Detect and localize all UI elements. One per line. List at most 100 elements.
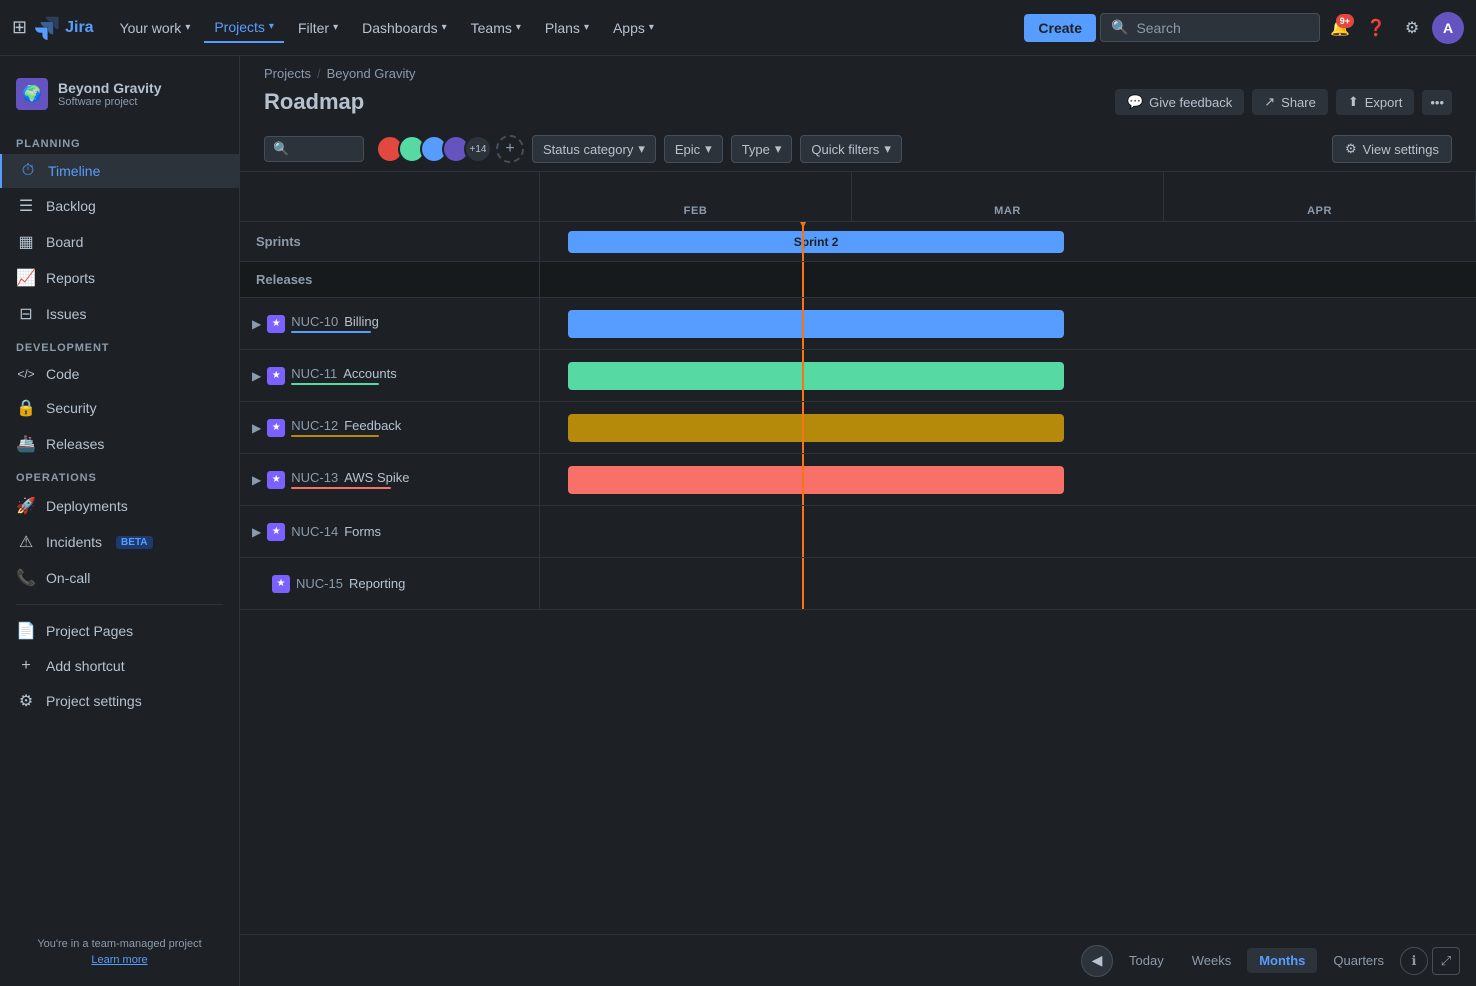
timeline-icon: ⏱	[18, 162, 38, 180]
sprint-row: Sprints Sprint 2	[240, 222, 1476, 262]
sprint-right: Sprint 2	[540, 222, 1476, 261]
epic-left-nuc10: ▶ ★ NUC-10 Billing	[240, 298, 540, 349]
search-box[interactable]: 🔍 Search	[1100, 13, 1320, 42]
month-mar: MAR	[852, 172, 1164, 221]
sidebar-item-project-settings[interactable]: ⚙ Project settings	[0, 683, 239, 719]
sidebar-item-deployments[interactable]: 🚀 Deployments	[0, 488, 239, 524]
nav-apps[interactable]: Apps ▾	[603, 14, 664, 42]
project-settings-icon: ⚙	[16, 691, 36, 711]
status-category-filter[interactable]: Status category ▾	[532, 135, 656, 163]
create-button[interactable]: Create	[1024, 14, 1096, 42]
planning-section-label: PLANNING	[0, 128, 239, 154]
sidebar: 🌍 Beyond Gravity Software project PLANNI…	[0, 56, 240, 986]
breadcrumb-projects[interactable]: Projects	[264, 66, 311, 81]
assign-button[interactable]: +	[496, 135, 524, 163]
project-avatar: 🌍	[16, 78, 48, 110]
logo[interactable]: Jira	[35, 16, 93, 40]
expand-full-button[interactable]: ⤢	[1432, 947, 1460, 975]
epic-left-nuc15: ★ NUC-15 Reporting	[240, 558, 540, 609]
learn-more-link[interactable]: Learn more	[16, 954, 223, 966]
sidebar-item-incidents[interactable]: ⚠ Incidents BETA	[0, 524, 239, 560]
quarters-button[interactable]: Quarters	[1321, 948, 1396, 973]
sidebar-item-reports[interactable]: 📈 Reports	[0, 260, 239, 296]
nav-filter[interactable]: Filter ▾	[288, 14, 348, 42]
sidebar-project[interactable]: 🌍 Beyond Gravity Software project	[0, 68, 239, 120]
nav-dashboards[interactable]: Dashboards ▾	[352, 14, 457, 42]
epic-bar-nuc13[interactable]	[568, 466, 1064, 494]
help-icon[interactable]: ❓	[1360, 12, 1392, 44]
epic-row-nuc15: ★ NUC-15 Reporting	[240, 558, 1476, 610]
feedback-button[interactable]: 💬 Give feedback	[1115, 89, 1244, 115]
epic-row-nuc12: ▶ ★ NUC-12 Feedback	[240, 402, 1476, 454]
epic-left-nuc11: ▶ ★ NUC-11 Accounts	[240, 350, 540, 401]
epic-filter[interactable]: Epic ▾	[664, 135, 723, 163]
epic-right-nuc15	[540, 558, 1476, 609]
toolbar-search[interactable]: 🔍	[264, 136, 364, 162]
month-apr: APR	[1164, 172, 1476, 221]
share-button[interactable]: ↗ Share	[1252, 89, 1328, 115]
export-icon: ⬆	[1348, 94, 1359, 110]
sidebar-item-oncall[interactable]: 📞 On-call	[0, 560, 239, 596]
operations-section-label: OPERATIONS	[0, 462, 239, 488]
settings-icon[interactable]: ⚙	[1396, 12, 1428, 44]
info-button[interactable]: ℹ	[1400, 947, 1428, 975]
sidebar-item-releases[interactable]: 🚢 Releases	[0, 426, 239, 462]
sidebar-bottom: You're in a team-managed project Learn m…	[0, 930, 239, 974]
expand-btn-nuc14[interactable]: ▶	[252, 525, 261, 539]
months-button[interactable]: Months	[1247, 948, 1317, 973]
expand-btn-nuc13[interactable]: ▶	[252, 473, 261, 487]
type-filter[interactable]: Type ▾	[731, 135, 793, 163]
view-settings-button[interactable]: ⚙ View settings	[1332, 135, 1452, 163]
nav-projects[interactable]: Projects ▾	[204, 13, 284, 43]
roadmap-scroll[interactable]: Sprints Sprint 2 Releases	[240, 222, 1476, 934]
expand-btn-nuc12[interactable]: ▶	[252, 421, 261, 435]
project-info: Beyond Gravity Software project	[58, 80, 161, 108]
weeks-button[interactable]: Weeks	[1180, 948, 1244, 973]
export-button[interactable]: ⬆ Export	[1336, 89, 1414, 115]
epic-bar-nuc11[interactable]	[568, 362, 1064, 390]
search-icon: 🔍	[1111, 19, 1128, 36]
notification-icon[interactable]: 🔔 9+	[1324, 12, 1356, 44]
nav-teams[interactable]: Teams ▾	[461, 14, 531, 42]
code-icon: </>	[16, 367, 36, 381]
time-nav-left[interactable]: ◀	[1081, 945, 1113, 977]
nav-your-work[interactable]: Your work ▾	[110, 14, 201, 42]
sidebar-item-project-pages[interactable]: 📄 Project Pages	[0, 613, 239, 649]
sidebar-item-timeline[interactable]: ⏱ Timeline	[0, 154, 239, 188]
expand-btn-nuc11[interactable]: ▶	[252, 369, 261, 383]
nav-plans[interactable]: Plans ▾	[535, 14, 599, 42]
avatars-group: +14 +	[376, 135, 524, 163]
sidebar-item-add-shortcut[interactable]: + Add shortcut	[0, 649, 239, 683]
left-col-header	[240, 172, 540, 221]
more-button[interactable]: •••	[1422, 90, 1452, 115]
epic-icon-nuc10: ★	[267, 315, 285, 333]
sidebar-item-board[interactable]: ▦ Board	[0, 224, 239, 260]
epic-bar-nuc12[interactable]	[568, 414, 1064, 442]
epic-right-nuc12	[540, 402, 1476, 453]
sidebar-item-backlog[interactable]: ☰ Backlog	[0, 188, 239, 224]
backlog-icon: ☰	[16, 196, 36, 216]
epic-right-nuc11	[540, 350, 1476, 401]
epic-bar-nuc10[interactable]	[568, 310, 1064, 338]
breadcrumb-project[interactable]: Beyond Gravity	[327, 66, 416, 81]
epic-left-nuc14: ▶ ★ NUC-14 Forms	[240, 506, 540, 557]
sidebar-item-code[interactable]: </> Code	[0, 358, 239, 390]
top-navigation: ⊞ Jira Your work ▾ Projects ▾ Filter ▾ D…	[0, 0, 1476, 56]
feedback-icon: 💬	[1127, 94, 1143, 110]
sidebar-item-security[interactable]: 🔒 Security	[0, 390, 239, 426]
avatar-count[interactable]: +14	[464, 135, 492, 163]
today-button[interactable]: Today	[1117, 948, 1176, 973]
epic-left-nuc13: ▶ ★ NUC-13 AWS Spike	[240, 454, 540, 505]
search-input[interactable]	[295, 142, 355, 157]
grid-icon[interactable]: ⊞	[12, 17, 27, 38]
quick-filters-button[interactable]: Quick filters ▾	[800, 135, 901, 163]
epic-icon-nuc14: ★	[267, 523, 285, 541]
epic-icon-nuc11: ★	[267, 367, 285, 385]
sidebar-item-issues[interactable]: ⊟ Issues	[0, 296, 239, 332]
user-avatar[interactable]: A	[1432, 12, 1464, 44]
sprint-label: Sprints	[240, 222, 540, 261]
expand-btn-nuc10[interactable]: ▶	[252, 317, 261, 331]
project-pages-icon: 📄	[16, 621, 36, 641]
sprint-bar[interactable]: Sprint 2	[568, 231, 1064, 253]
page-header: Roadmap 💬 Give feedback ↗ Share ⬆ Export…	[240, 85, 1476, 127]
